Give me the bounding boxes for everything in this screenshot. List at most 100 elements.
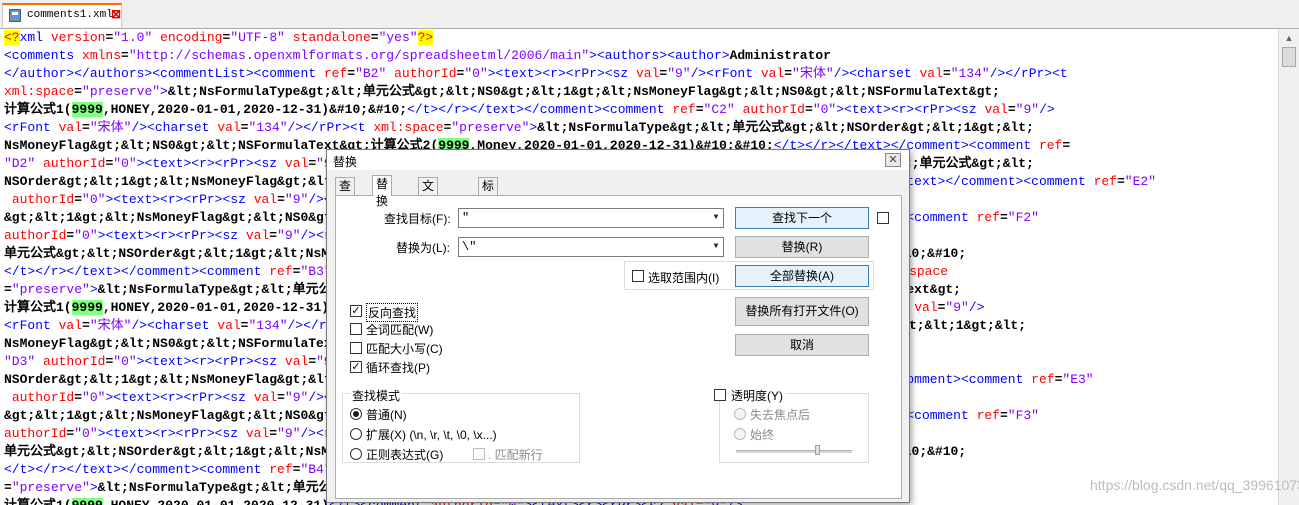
token-value: "宋体" [89, 318, 132, 333]
wrap-around-checkbox[interactable]: ✓ [350, 361, 362, 373]
transparency-label: 透明度(Y) [729, 387, 785, 404]
token-attr: val [217, 120, 241, 135]
token-value: "1.0" [113, 30, 153, 45]
vertical-scrollbar[interactable]: ▲ [1278, 29, 1299, 505]
find-next-button[interactable]: 查找下一个 [735, 207, 869, 229]
scroll-thumb[interactable] [1282, 47, 1296, 67]
transparency-slider-thumb[interactable] [815, 445, 821, 455]
token-tag: ><text><r><rPr><sz [97, 426, 246, 441]
tab-find[interactable]: 查找 [335, 177, 356, 210]
chevron-down-icon[interactable]: ▼ [711, 209, 721, 227]
token-value: "preserve" [82, 84, 161, 99]
mode-extended-radio[interactable] [350, 428, 362, 440]
token-attr: ref [976, 210, 1000, 225]
token-text: = [942, 66, 951, 81]
transparency-checkbox[interactable] [714, 389, 726, 401]
token-tag: > [160, 84, 168, 99]
tab-find-in-files[interactable]: 文件查找 [418, 177, 439, 244]
find-label: 查找目标(F): [384, 212, 451, 226]
token-attr: authorId [4, 228, 67, 243]
dot-newline-checkbox[interactable] [473, 448, 485, 460]
close-tab-icon[interactable]: ⊠ [111, 7, 121, 21]
token-tag: <comments [4, 48, 83, 63]
in-selection-checkbox[interactable] [632, 270, 644, 282]
find-input[interactable]: " ▼ [458, 208, 724, 228]
backward-label: 反向查找 [366, 303, 419, 322]
token-value: "0" [113, 156, 137, 171]
token-text: = [82, 120, 90, 135]
token-value: "E3" [1062, 372, 1094, 387]
chevron-down-icon[interactable]: ▼ [711, 238, 721, 256]
token-attr: ref [323, 66, 348, 81]
token-text: = [805, 102, 813, 117]
dialog-title: 替换 [333, 155, 358, 169]
token-attr: authorId [4, 426, 67, 441]
token-attr: ref [672, 102, 696, 117]
transparency-slider[interactable] [736, 450, 852, 453]
token-value: "0" [74, 228, 98, 243]
replace-all-button[interactable]: 全部替换(A) [735, 265, 869, 287]
token-text: = [999, 210, 1008, 225]
token-attr: ref [269, 462, 293, 477]
close-icon[interactable]: ✕ [885, 153, 901, 167]
dialog-titlebar[interactable]: 替换 ✕ [327, 150, 909, 170]
scroll-up-icon[interactable]: ▲ [1282, 31, 1296, 45]
token-text: = [308, 156, 317, 171]
token-text: ,HONEY,2020-01-01,2020-12-31) [103, 498, 329, 505]
file-tab[interactable]: comments1.xml ⊠ [2, 3, 122, 27]
token-tag: /><rFont [690, 66, 761, 81]
find-next-options-checkbox[interactable] [877, 212, 889, 224]
replace-button[interactable]: 替换(R) [735, 236, 869, 258]
file-tab-name: comments1.xml [27, 9, 113, 21]
token-attr: ref [1093, 174, 1117, 189]
on-lose-focus-radio[interactable] [734, 408, 746, 420]
token-attr: ref [1031, 372, 1055, 387]
token-value: "9" [667, 66, 691, 81]
save-icon [9, 9, 21, 22]
token-text: = [277, 192, 285, 207]
token-tag: /></rPr><t [287, 120, 374, 135]
token-value: "yes" [378, 30, 418, 45]
whole-word-checkbox[interactable] [350, 323, 362, 335]
token-value: "134" [248, 318, 288, 333]
token-attr: val [760, 66, 785, 81]
replace-all-open-button[interactable]: 替换所有打开文件(O) [735, 297, 869, 326]
token-value: "D2" [4, 156, 36, 171]
token-value: "http://schemas.openxmlformats.org/sprea… [128, 48, 590, 63]
token-tag: ><text><r><rPr><sz [105, 192, 254, 207]
mode-normal-radio[interactable] [350, 408, 362, 420]
token-attr: authorId [11, 192, 75, 207]
cancel-button[interactable]: 取消 [735, 334, 869, 356]
token-attr: val [217, 318, 241, 333]
token-tag: </t></r></text></comment><comment [4, 462, 270, 477]
token-value: "preserve" [11, 480, 90, 495]
in-selection-label: 选取范围内(I) [648, 271, 720, 285]
match-case-checkbox[interactable] [350, 342, 362, 354]
token-attr: val [284, 156, 309, 171]
token-tag: /> [1039, 102, 1055, 117]
always-radio[interactable] [734, 428, 746, 440]
mode-extended-label: 扩展(X) (\n, \r, \t, \0, \x...) [366, 428, 497, 442]
replace-input[interactable]: \" ▼ [458, 237, 724, 257]
tab-replace[interactable]: 替换 [372, 175, 393, 208]
token-attr: val [914, 300, 938, 315]
token-value: "preserve" [451, 120, 530, 135]
token-tag: <rFont [4, 318, 59, 333]
search-mode-title: 查找模式 [350, 387, 403, 404]
token-value: "134" [248, 120, 288, 135]
token-tag: /></rPr><t [989, 66, 1068, 81]
token-tag: ><text><r><rPr><sz [836, 102, 985, 117]
token-text: Administrator [729, 48, 831, 63]
token-attr: ref [269, 264, 293, 279]
tab-mark[interactable]: 标记 [478, 177, 499, 210]
token-text: = [269, 426, 278, 441]
token-attr: val [984, 102, 1008, 117]
mode-regex-radio[interactable] [350, 448, 362, 460]
on-lose-focus-label: 失去焦点后 [750, 408, 811, 422]
backward-checkbox[interactable]: ✓ [350, 305, 362, 317]
